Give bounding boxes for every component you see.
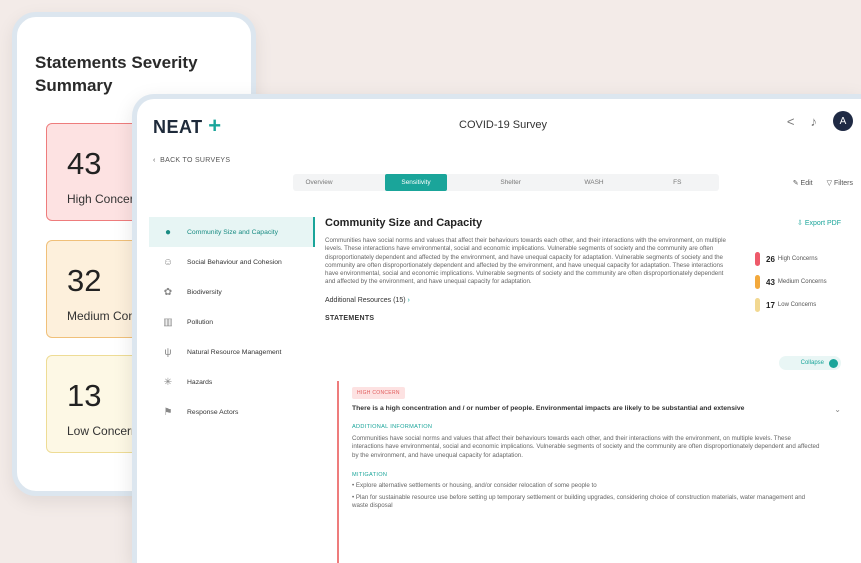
- medium-label: Medium Concerns: [777, 279, 827, 285]
- flag-icon: ⚑: [163, 406, 173, 418]
- logo-plus: +: [208, 113, 222, 138]
- medium-concern-bar: [755, 275, 760, 289]
- hazard-icon: ✳: [163, 376, 173, 388]
- smile-icon: ☺: [162, 256, 174, 268]
- category-sidebar: ● Community Size and Capacity ☺ Social Beh…: [149, 217, 315, 427]
- page-title: Community Size and Capacity: [325, 217, 483, 229]
- filters-label: Filters: [833, 180, 853, 187]
- tab-shelter[interactable]: Shelter: [469, 174, 552, 191]
- edit-button[interactable]: ✎ Edit: [793, 179, 813, 187]
- export-pdf-button[interactable]: ⇩ Export PDF: [797, 219, 841, 227]
- sidebar-item-label: Natural Resource Management: [187, 348, 282, 356]
- collapse-icon: [829, 358, 838, 368]
- high-concerns-count: 43: [67, 146, 102, 181]
- low-label: Low Concerns: [777, 302, 817, 308]
- sidebar-item-response-actors[interactable]: ⚑ Response Actors: [149, 397, 315, 427]
- flower-icon: ✿: [163, 286, 173, 298]
- back-link-label: BACK TO SURVEYS: [160, 157, 231, 164]
- low-concerns-count: 13: [67, 378, 102, 413]
- sidebar-item-label: Pollution: [187, 318, 214, 326]
- download-icon: ⇩: [796, 220, 803, 227]
- tab-bar: Overview Sensitivity Shelter WASH FS: [293, 174, 719, 191]
- low-count: 17: [766, 300, 775, 310]
- logo-text: NEAT: [153, 117, 203, 137]
- collapse-toggle[interactable]: Collapse: [779, 356, 841, 370]
- survey-window: NEAT + COVID-19 Survey < ♪ A ‹ BACK TO S…: [132, 94, 861, 563]
- sidebar-item-label: Response Actors: [187, 408, 239, 416]
- bell-icon[interactable]: ♪: [811, 114, 818, 129]
- edit-label: Edit: [800, 180, 813, 187]
- medium-count: 43: [766, 277, 775, 287]
- sidebar-item-label: Community Size and Capacity: [187, 228, 279, 236]
- statement-card: HIGH CONCERN There is a high concentrati…: [337, 381, 851, 563]
- summary-title: Statements Severity Summary: [35, 53, 198, 95]
- low-concern-bar: [755, 298, 760, 312]
- medium-concerns-count: 32: [67, 263, 102, 298]
- sidebar-item-natural-resource[interactable]: ψ Natural Resource Management: [149, 337, 315, 367]
- additional-resources-label: Additional Resources (15): [325, 296, 406, 304]
- statement-heading[interactable]: There is a high concentration and / or n…: [352, 405, 851, 412]
- status-badge: HIGH CONCERN: [352, 387, 405, 399]
- sidebar-item-pollution[interactable]: ▥ Pollution: [149, 307, 315, 337]
- people-icon: ●: [164, 226, 172, 238]
- sidebar-item-label: Hazards: [187, 378, 213, 386]
- chevron-right-icon: ›: [407, 296, 410, 304]
- filter-icon: ▽: [826, 180, 832, 187]
- pencil-icon: ✎: [792, 180, 799, 187]
- edit-filter-group: ✎ Edit ▽ Filters: [793, 179, 853, 187]
- mitigation-text: Plan for sustainable resource use before…: [352, 494, 806, 510]
- app-logo[interactable]: NEAT +: [153, 113, 222, 139]
- back-to-surveys-link[interactable]: ‹ BACK TO SURVEYS: [153, 157, 230, 164]
- tab-overview[interactable]: Overview: [293, 174, 345, 191]
- sidebar-item-label: Biodiversity: [187, 288, 222, 296]
- mitigation-text: Explore alternative settlements or housi…: [355, 481, 597, 489]
- concerns-summary: 26 High Concerns 43 Medium Concerns 17 Low …: [755, 245, 855, 314]
- share-icon[interactable]: <: [787, 114, 795, 129]
- high-concern-bar: [755, 252, 760, 266]
- sidebar-item-community-size[interactable]: ● Community Size and Capacity: [149, 217, 315, 247]
- additional-info-label: ADDITIONAL INFORMATION: [352, 424, 433, 430]
- sidebar-item-hazards[interactable]: ✳ Hazards: [149, 367, 315, 397]
- chevron-down-icon[interactable]: ⌄: [834, 405, 841, 414]
- survey-title: COVID-19 Survey: [459, 119, 548, 131]
- mitigation-label: MITIGATION: [352, 471, 388, 478]
- high-count: 26: [766, 254, 775, 264]
- sidebar-item-social-behaviour[interactable]: ☺ Social Behaviour and Cohesion: [149, 247, 315, 277]
- collapse-label: Collapse: [800, 360, 824, 366]
- filters-button[interactable]: ▽ Filters: [827, 179, 853, 187]
- list-item: • Plan for sustainable resource use befo…: [352, 494, 806, 510]
- sidebar-item-label: Social Behaviour and Cohesion: [187, 258, 282, 266]
- statements-heading: STATEMENTS: [325, 314, 375, 322]
- header-actions: < ♪ A: [787, 111, 853, 131]
- category-description: Communities have social norms and values…: [325, 237, 726, 286]
- low-concerns-stat: 17 Low Concerns: [755, 296, 855, 314]
- medium-concerns-stat: 43 Medium Concerns: [755, 273, 855, 291]
- high-label: High Concerns: [777, 256, 818, 262]
- plant-icon: ψ: [164, 346, 172, 358]
- avatar[interactable]: A: [833, 111, 853, 131]
- export-label: Export PDF: [804, 220, 841, 227]
- tab-sensitivity[interactable]: Sensitivity: [385, 174, 447, 191]
- high-concerns-stat: 26 High Concerns: [755, 250, 855, 268]
- tab-fs[interactable]: FS: [636, 174, 719, 191]
- sidebar-item-biodiversity[interactable]: ✿ Biodiversity: [149, 277, 315, 307]
- factory-icon: ▥: [163, 316, 173, 328]
- list-item: • Explore alternative settlements or hou…: [352, 481, 597, 489]
- additional-info-text: Communities have social norms and values…: [352, 435, 820, 459]
- tab-wash[interactable]: WASH: [552, 174, 635, 191]
- content-panel: Community Size and Capacity ⇩ Export PDF…: [325, 217, 851, 563]
